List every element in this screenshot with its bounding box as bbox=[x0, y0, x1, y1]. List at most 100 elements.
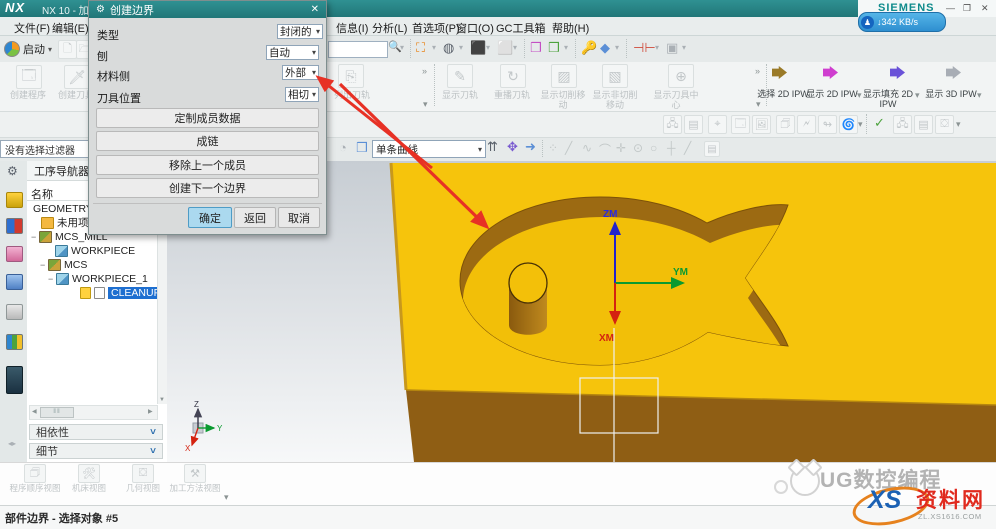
show-toolpath-label[interactable]: 显示刀轨 bbox=[438, 90, 482, 100]
search-dropdown-icon[interactable] bbox=[400, 44, 404, 52]
key-tool-icon[interactable] bbox=[581, 41, 597, 54]
select-2d-ipw-label[interactable]: 选择 2D IPW bbox=[757, 89, 809, 99]
group-expand-icon[interactable]: ▾ bbox=[423, 99, 428, 110]
menu-information[interactable]: 信息(I) bbox=[336, 20, 368, 36]
ok-button[interactable]: 确定 bbox=[188, 207, 232, 228]
ipw-dropdown-icon[interactable]: ▾ bbox=[915, 90, 920, 101]
stop-at-intersection-icon[interactable] bbox=[487, 140, 498, 153]
snap-curve-icon[interactable] bbox=[582, 141, 592, 155]
selection-filter-combo[interactable]: 没有选择过滤器 bbox=[0, 140, 92, 158]
view-bar-expand-icon[interactable]: ▾ bbox=[224, 492, 229, 503]
machine-tool-view-button[interactable]: 🛠 机床视图 bbox=[62, 464, 116, 503]
chevron-down-icon[interactable]: ˅ bbox=[150, 427, 156, 438]
toolbar-icon[interactable] bbox=[839, 115, 858, 134]
snap-tangent-icon[interactable] bbox=[684, 141, 691, 155]
hd3d-tools-icon[interactable] bbox=[6, 304, 23, 320]
toolbar-icon[interactable] bbox=[708, 115, 727, 134]
menu-file[interactable]: 文件(F) bbox=[14, 20, 50, 36]
assembly-dropdown-icon[interactable] bbox=[564, 44, 568, 52]
fit-dropdown-icon[interactable] bbox=[432, 44, 436, 52]
list-toolpath-icon[interactable] bbox=[338, 64, 364, 88]
show-filled-2d-ipw-label[interactable]: 显示填充 2D IPW bbox=[862, 89, 914, 110]
toolbar-expand-icon[interactable]: ▾ bbox=[858, 119, 863, 130]
snap-options-icon[interactable] bbox=[704, 141, 720, 157]
details-section[interactable]: 细节 ˅ bbox=[29, 443, 163, 459]
snap-center-icon[interactable] bbox=[633, 141, 643, 155]
dependencies-section[interactable]: 相依性 ˅ bbox=[29, 424, 163, 440]
show-toolpath-icon[interactable] bbox=[447, 64, 473, 88]
toolbar-icon[interactable] bbox=[776, 115, 795, 134]
window-dropdown-icon[interactable] bbox=[513, 44, 517, 52]
collapse-icon[interactable]: − bbox=[31, 232, 39, 242]
window-icon[interactable] bbox=[497, 41, 513, 54]
toolbar-icon[interactable] bbox=[893, 115, 912, 134]
group-expand-icon[interactable]: ▾ bbox=[756, 99, 761, 110]
path-direction-icon[interactable] bbox=[525, 140, 536, 153]
tree-item-geometry[interactable]: GEOMETRY bbox=[33, 202, 93, 215]
geometry-view-button[interactable]: ⛋ 几何视图 bbox=[116, 464, 170, 503]
menu-gc-toolbox[interactable]: GC工具箱 bbox=[496, 20, 546, 36]
tree-item-mcs[interactable]: − MCS bbox=[40, 258, 87, 271]
chevron-down-icon[interactable]: ˅ bbox=[150, 446, 156, 457]
list-toolpath-label[interactable]: 列出刀轨 bbox=[330, 90, 374, 100]
reuse-library-icon[interactable] bbox=[6, 274, 23, 290]
show-cutting-moves-icon[interactable] bbox=[551, 64, 577, 88]
show-tool-center-icon[interactable] bbox=[668, 64, 694, 88]
group-overflow-icon[interactable]: » bbox=[422, 66, 427, 76]
show-assembly-icon[interactable] bbox=[548, 41, 560, 54]
tool-dropdown-icon[interactable] bbox=[615, 44, 619, 52]
menu-preferences[interactable]: 首选项(P) bbox=[412, 20, 460, 36]
horizontal-scroll-thumb[interactable]: ⦀⦀ bbox=[40, 407, 74, 418]
menu-edit[interactable]: 编辑(E) bbox=[52, 20, 89, 36]
ipw-dropdown-icon[interactable]: ▾ bbox=[977, 90, 982, 101]
show-noncutting-moves-icon[interactable] bbox=[602, 64, 628, 88]
isometric-view-icon[interactable] bbox=[470, 41, 486, 54]
snap-midpoint-icon[interactable] bbox=[616, 141, 626, 155]
restore-button[interactable]: ❐ bbox=[963, 3, 971, 14]
replay-toolpath-label[interactable]: 重播刀轨 bbox=[490, 90, 534, 100]
verify-icon[interactable] bbox=[874, 116, 885, 129]
navigator-gear-icon[interactable] bbox=[7, 165, 18, 177]
toolbar-icon[interactable] bbox=[684, 115, 703, 134]
type-dropdown[interactable]: 封闭的 bbox=[277, 24, 323, 39]
ipw-dropdown-icon[interactable]: ▾ bbox=[857, 90, 862, 101]
constraint-navigator-icon[interactable] bbox=[6, 218, 23, 234]
create-tool-icon[interactable] bbox=[64, 65, 90, 89]
close-button[interactable]: ✕ bbox=[981, 3, 989, 14]
view-dropdown-icon[interactable] bbox=[486, 44, 490, 52]
new-file-icon[interactable] bbox=[58, 40, 77, 59]
dialog-title-bar[interactable]: ⚙ 创建边界 ✕ bbox=[89, 1, 326, 18]
create-next-boundary-button[interactable]: 创建下一个边界 bbox=[96, 178, 319, 198]
toolbar-icon[interactable] bbox=[663, 115, 682, 134]
group-overflow-icon[interactable]: » bbox=[755, 66, 760, 76]
toolbar-icon[interactable] bbox=[752, 115, 771, 134]
assembly-navigator-icon[interactable] bbox=[6, 192, 23, 208]
show-2d-ipw-label[interactable]: 显示 2D IPW bbox=[806, 89, 858, 99]
snap-quadrant-icon[interactable] bbox=[667, 141, 676, 155]
bounding-box-icon[interactable] bbox=[666, 41, 678, 54]
scroll-down-icon[interactable]: ▼ bbox=[159, 397, 165, 403]
menu-analysis[interactable]: 分析(L) bbox=[372, 20, 407, 36]
back-button[interactable]: 返回 bbox=[234, 207, 276, 228]
show-noncutting-moves-label[interactable]: 显示非切削移动 bbox=[590, 90, 640, 111]
shaded-view-icon[interactable] bbox=[443, 41, 454, 54]
scroll-right-icon[interactable]: ▶ bbox=[148, 408, 153, 415]
toolbar-icon[interactable] bbox=[914, 115, 933, 134]
measure-icon[interactable] bbox=[633, 41, 656, 54]
snap-arc-icon[interactable] bbox=[599, 141, 611, 158]
snap-point-icon[interactable] bbox=[548, 141, 558, 155]
toolbar-icon[interactable] bbox=[797, 115, 816, 134]
replay-toolpath-icon[interactable] bbox=[500, 64, 526, 88]
create-program-icon[interactable] bbox=[16, 65, 42, 89]
shaded-dropdown-icon[interactable] bbox=[459, 44, 463, 52]
dialog-close-icon[interactable]: ✕ bbox=[311, 4, 319, 15]
tree-item-unused[interactable]: 未用项 bbox=[41, 216, 89, 229]
toolbar-icon[interactable] bbox=[818, 115, 837, 134]
history-palette-icon[interactable] bbox=[6, 366, 23, 394]
menu-window[interactable]: 窗口(O) bbox=[456, 20, 494, 36]
scroll-left-icon[interactable]: ◀ bbox=[32, 408, 37, 415]
blue-diamond-tool-icon[interactable] bbox=[600, 41, 610, 54]
tool-position-dropdown[interactable]: 相切 bbox=[285, 87, 319, 102]
show-cutting-moves-label[interactable]: 显示切削移动 bbox=[540, 90, 586, 111]
create-program-label[interactable]: 创建程序 bbox=[6, 90, 50, 100]
